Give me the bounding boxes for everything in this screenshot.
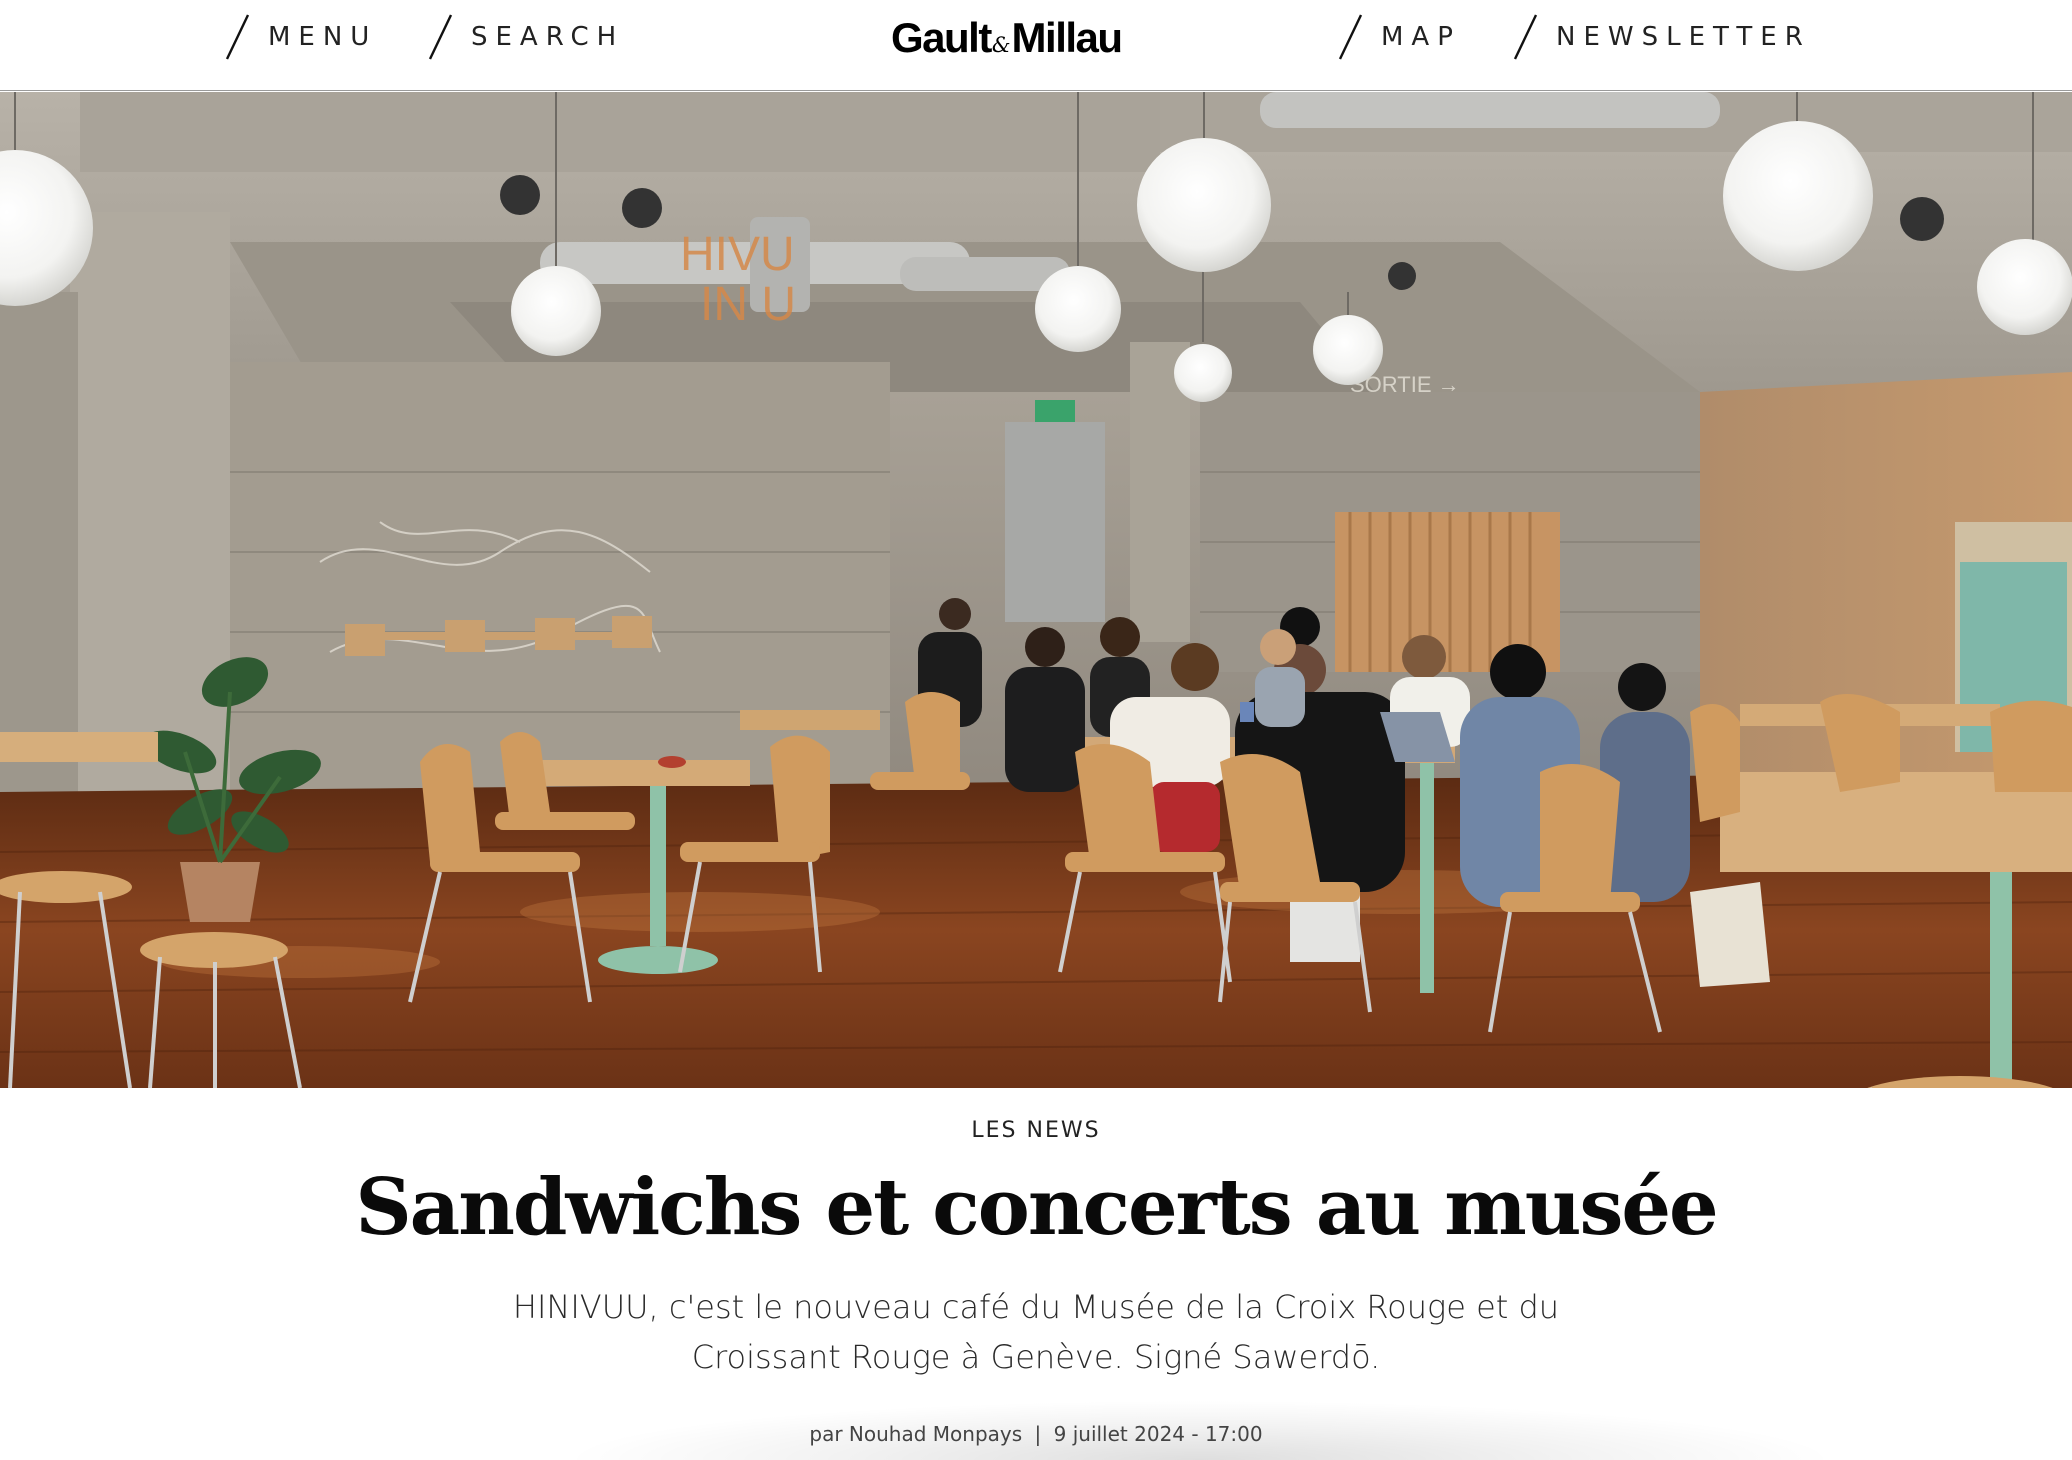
slash-icon <box>428 14 453 60</box>
slash-icon <box>225 14 250 60</box>
svg-text:IN U: IN U <box>700 278 796 331</box>
article-byline: par Nouhad Monpays | 9 juillet 2024 - 17… <box>0 1422 2072 1446</box>
slash-icon <box>1513 14 1538 60</box>
site-logo[interactable]: Gault & Millau <box>891 14 1124 64</box>
article-date: 9 juillet 2024 - 17:00 <box>1053 1422 1263 1446</box>
menu-link[interactable]: MENU <box>224 12 377 62</box>
hero-image: HIVU IN U SORTIE → <box>0 92 2072 1088</box>
search-label: SEARCH <box>471 22 625 52</box>
article-title: Sandwichs et concerts au musée <box>355 1162 1718 1253</box>
menu-label: MENU <box>268 22 378 52</box>
article-lede: HINIVUU, c'est le nouveau café du Musée … <box>512 1288 1560 1376</box>
logo-ampersand: & <box>991 33 1011 57</box>
logo-millau: Millau <box>1011 14 1124 61</box>
newsletter-label: NEWSLETTER <box>1556 22 1811 52</box>
map-label: MAP <box>1381 22 1461 52</box>
article-author[interactable]: par Nouhad Monpays <box>809 1422 1022 1446</box>
map-link[interactable]: MAP <box>1337 12 1461 62</box>
logo-gault: Gault <box>891 14 992 61</box>
page: MENU SEARCH Gault & Millau MAP NEWSLETTER <box>0 0 2072 1460</box>
svg-text:HIVU: HIVU <box>680 228 795 281</box>
article-category[interactable]: LES NEWS <box>0 1118 2072 1143</box>
site-header: MENU SEARCH Gault & Millau MAP NEWSLETTER <box>0 0 2072 91</box>
newsletter-link[interactable]: NEWSLETTER <box>1512 12 1811 62</box>
byline-separator: | <box>1034 1422 1042 1446</box>
search-link[interactable]: SEARCH <box>427 12 624 62</box>
slash-icon <box>1338 14 1363 60</box>
